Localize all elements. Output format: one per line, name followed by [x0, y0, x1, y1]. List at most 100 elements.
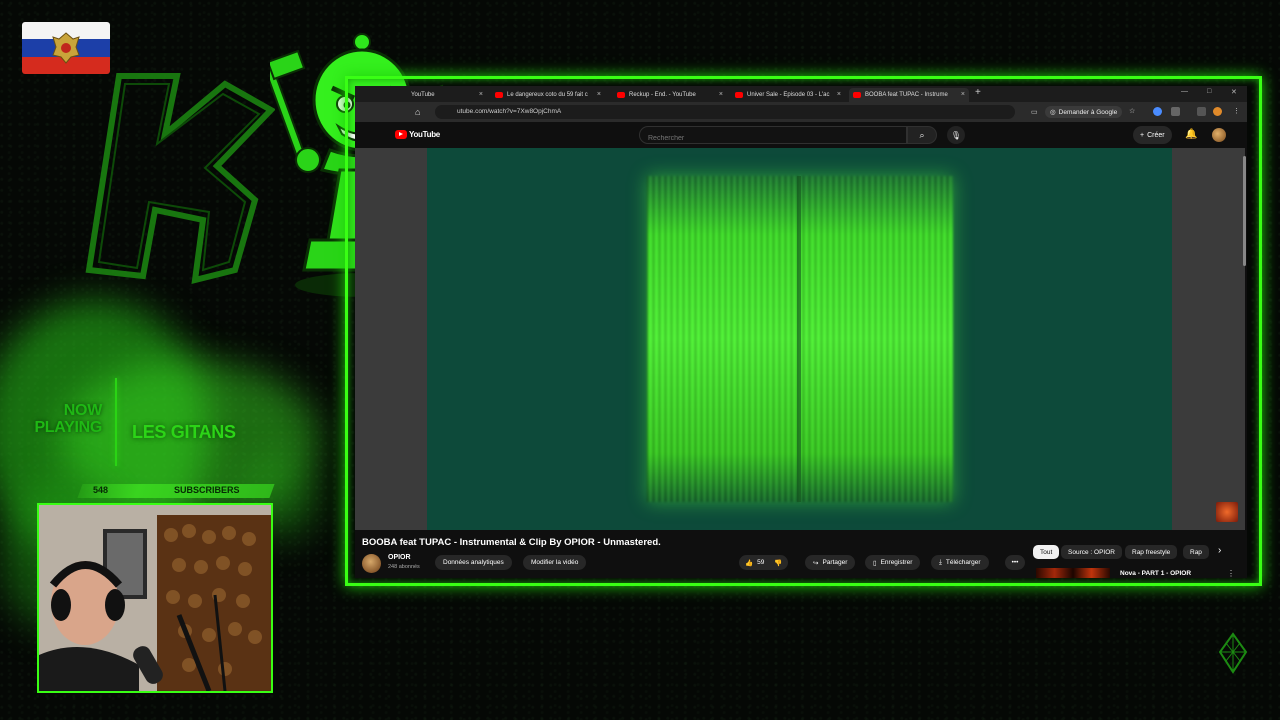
download-label: Télécharger	[945, 559, 981, 566]
downloads-icon[interactable]	[1197, 107, 1206, 116]
youtube-play-icon	[395, 130, 407, 139]
tab-label: YouTube	[411, 92, 435, 98]
search-input-box[interactable]	[639, 126, 907, 148]
home-icon[interactable]: ⌂	[415, 107, 420, 117]
tab-youtube[interactable]: YouTube ×	[407, 88, 487, 102]
ask-google-button[interactable]: ◎ Demander à Google	[1045, 106, 1123, 118]
tab-coto[interactable]: Le dangereux coto du 59 fait c ×	[491, 88, 605, 102]
voice-search-button[interactable]: 🎙	[947, 126, 965, 144]
close-icon[interactable]: ×	[961, 91, 965, 98]
more-vert-icon[interactable]: ⋮	[1227, 569, 1235, 578]
extension-icon[interactable]	[1153, 107, 1162, 116]
tab-booba[interactable]: BOOBA feat TUPAC - Instrume ×	[849, 88, 969, 102]
video-player[interactable]	[427, 148, 1172, 530]
dislike-icon[interactable]: 👎	[774, 559, 782, 567]
russian-flag	[22, 22, 110, 74]
coat-of-arms-icon	[52, 32, 80, 64]
create-label: Créer	[1147, 131, 1165, 139]
search-button[interactable]: ⌕	[907, 126, 937, 144]
window-close-icon[interactable]: ✕	[1231, 88, 1237, 96]
channel-avatar[interactable]	[362, 554, 381, 573]
save-label: Enregistrer	[880, 559, 913, 566]
subscriber-count: 548	[93, 485, 109, 495]
download-button[interactable]: ⤓ Télécharger	[931, 555, 989, 570]
subscribers-label: SUBSCRIBERS	[174, 485, 240, 495]
share-label: Partager	[822, 559, 848, 566]
channel-name[interactable]: OPIOR	[388, 554, 411, 561]
tab-bar: YouTube × Le dangereux coto du 59 fait c…	[355, 86, 1247, 102]
create-button[interactable]: + Créer	[1133, 126, 1172, 144]
more-actions-button[interactable]: •••	[1005, 555, 1025, 570]
like-button[interactable]: 👍 59 👎	[739, 555, 789, 570]
google-lens-icon: ◎	[1050, 109, 1056, 116]
chevron-right-icon[interactable]: ›	[1218, 545, 1221, 556]
analytics-button[interactable]: Données analytiques	[435, 555, 512, 570]
address-bar[interactable]: utube.com/watch?v=7Xw8OpjChmA ▭	[435, 105, 1038, 119]
close-icon[interactable]: ×	[597, 91, 601, 98]
tab-label: Reckup - End. - YouTube	[629, 92, 696, 98]
chip-source[interactable]: Source : OPIOR	[1061, 545, 1122, 559]
youtube-icon	[495, 92, 503, 98]
youtube-logo[interactable]: YouTube	[395, 130, 440, 139]
chip-label: Rap freestyle	[1132, 548, 1171, 556]
save-icon: ▯	[873, 559, 877, 567]
now-playing-label: NOW PLAYING	[34, 402, 102, 436]
extensions-puzzle-icon[interactable]	[1171, 107, 1180, 116]
maximize-icon[interactable]: □	[1207, 88, 1211, 95]
close-icon[interactable]: ×	[479, 91, 483, 98]
search-icon: ⌕	[919, 129, 925, 140]
video-title: BOOBA feat TUPAC - Instrumental & Clip B…	[362, 537, 661, 548]
youtube-header: YouTube ⌕ 🎙 + Créer 🔔	[355, 122, 1247, 148]
recommended-title[interactable]: Nova - PART 1 - OPIOR	[1120, 570, 1191, 577]
new-tab-icon[interactable]: +	[975, 87, 981, 98]
close-icon[interactable]: ×	[837, 91, 841, 98]
youtube-icon	[735, 92, 743, 98]
tab-label: Le dangereux coto du 59 fait c	[507, 92, 588, 98]
tab-label: Univer Sale - Episode 03 - L'ac	[747, 92, 830, 98]
address-row: ⌂ utube.com/watch?v=7Xw8OpjChmA ▭ ◎ Dema…	[355, 102, 1247, 122]
tab-label: BOOBA feat TUPAC - Instrume	[865, 92, 948, 98]
bookmark-star-icon[interactable]: ☆	[1129, 107, 1135, 115]
player-side-panel	[355, 148, 427, 530]
analytics-label: Données analytiques	[443, 559, 504, 566]
tab-reckup[interactable]: Reckup - End. - YouTube ×	[613, 88, 727, 102]
tab-univer-sale[interactable]: Univer Sale - Episode 03 - L'ac ×	[731, 88, 845, 102]
chip-label: Tout	[1040, 548, 1053, 556]
channel-watermark[interactable]	[1216, 502, 1238, 522]
chip-rap[interactable]: Rap	[1183, 545, 1209, 559]
recommended-thumbnail[interactable]	[1036, 568, 1110, 578]
more-icon: •••	[1011, 559, 1019, 566]
now-playing-divider	[115, 378, 117, 466]
share-icon: ↪	[813, 559, 819, 567]
minimize-icon[interactable]: —	[1181, 88, 1188, 95]
save-button[interactable]: ▯ Enregistrer	[865, 555, 921, 570]
microphone-icon: 🎙	[950, 130, 962, 140]
chip-label: Source : OPIOR	[1068, 548, 1115, 556]
webcam-feed	[37, 503, 273, 693]
youtube-icon	[853, 92, 861, 98]
chip-rap-freestyle[interactable]: Rap freestyle	[1125, 545, 1178, 559]
edit-video-button[interactable]: Modifier la vidéo	[523, 555, 587, 570]
browser-window: YouTube × Le dangereux coto du 59 fait c…	[355, 86, 1247, 578]
menu-dots-icon[interactable]: ⋮	[1233, 107, 1240, 115]
share-button[interactable]: ↪ Partager	[805, 555, 856, 570]
ask-google-label: Demander à Google	[1058, 108, 1118, 116]
close-icon[interactable]: ×	[719, 91, 723, 98]
profile-icon[interactable]	[1213, 107, 1222, 116]
search-input[interactable]	[640, 129, 890, 148]
page-scrollbar[interactable]	[1243, 156, 1246, 266]
url-text: utube.com/watch?v=7Xw8OpjChmA	[457, 108, 562, 115]
cast-icon[interactable]: ▭	[1031, 108, 1038, 116]
spectrogram-divider	[797, 176, 801, 502]
chip-all[interactable]: Tout	[1033, 545, 1060, 559]
youtube-icon	[617, 92, 625, 98]
channel-subscribers: 248 abonnés	[388, 564, 420, 570]
notifications-bell-icon[interactable]: 🔔	[1185, 129, 1197, 140]
webcam-image	[39, 505, 271, 691]
plus-icon: +	[1140, 131, 1145, 139]
thumbs-up-icon: 👍	[745, 559, 754, 567]
channel-k-logo	[85, 73, 275, 284]
youtube-logo-text: YouTube	[409, 130, 440, 139]
song-title: LES GITANS	[132, 422, 236, 442]
account-avatar[interactable]	[1212, 128, 1226, 142]
